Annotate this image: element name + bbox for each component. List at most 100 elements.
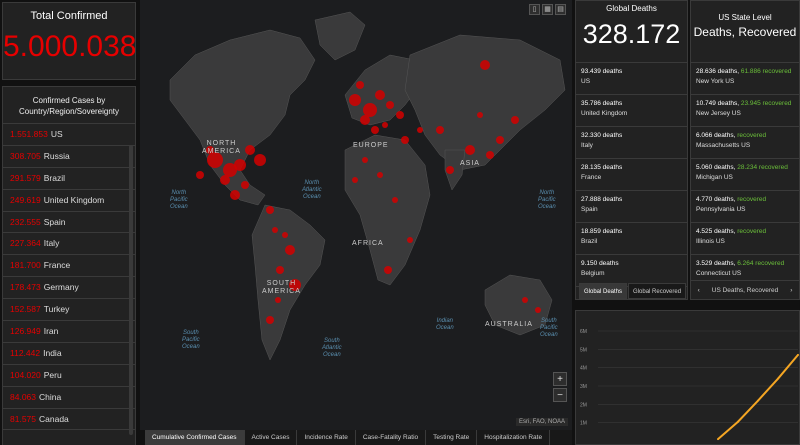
country-list-item[interactable]: 1.551.853 US bbox=[3, 124, 135, 146]
case-bubble[interactable] bbox=[407, 237, 413, 243]
country-list-item[interactable]: 126.949 Iran bbox=[3, 321, 135, 343]
case-bubble[interactable] bbox=[363, 103, 377, 117]
tab-cumulative-confirmed[interactable]: Cumulative Confirmed Cases bbox=[145, 430, 245, 445]
case-bubble[interactable] bbox=[266, 206, 274, 214]
case-bubble[interactable] bbox=[377, 172, 383, 178]
bookmark-icon[interactable]: ▯ bbox=[529, 4, 540, 15]
case-bubble[interactable] bbox=[465, 145, 475, 155]
case-bubble[interactable] bbox=[446, 166, 454, 174]
case-bubble[interactable] bbox=[392, 197, 398, 203]
case-bubble[interactable] bbox=[230, 190, 240, 200]
global-deaths-item[interactable]: 32.330 deaths Italy bbox=[576, 127, 687, 159]
case-bubble[interactable] bbox=[272, 227, 278, 233]
country-list-item[interactable]: 291.579 Brazil bbox=[3, 168, 135, 190]
zoom-in-button[interactable]: + bbox=[553, 372, 567, 386]
case-bubble[interactable] bbox=[477, 112, 483, 118]
country-list-item[interactable] bbox=[3, 430, 135, 445]
state-recovered-count: 61.886 recovered bbox=[740, 68, 792, 75]
case-bubble[interactable] bbox=[396, 111, 404, 119]
case-bubble[interactable] bbox=[436, 126, 444, 134]
tab-global-recovered[interactable]: Global Recovered bbox=[628, 283, 687, 299]
country-list-item[interactable]: 104.020 Peru bbox=[3, 365, 135, 387]
global-deaths-item[interactable]: 27.888 deaths Spain bbox=[576, 191, 687, 223]
case-bubble[interactable] bbox=[522, 297, 528, 303]
global-deaths-item[interactable]: 93.439 deaths US bbox=[576, 63, 687, 95]
country-name: Spain bbox=[43, 216, 66, 227]
tab-case-fatality-ratio[interactable]: Case-Fatality Ratio bbox=[356, 430, 427, 445]
case-bubble[interactable] bbox=[349, 94, 361, 106]
chart-data-point[interactable] bbox=[797, 353, 799, 356]
case-bubble[interactable] bbox=[245, 145, 255, 155]
case-bubble[interactable] bbox=[282, 232, 288, 238]
death-count: 32.330 deaths bbox=[581, 132, 623, 139]
case-bubble[interactable] bbox=[384, 266, 392, 274]
global-deaths-list[interactable]: 93.439 deaths US 35.786 deaths United Kingd… bbox=[576, 63, 687, 287]
world-map-canvas[interactable] bbox=[140, 0, 572, 430]
country-list-item[interactable]: 178.473 Germany bbox=[3, 277, 135, 300]
global-deaths-item[interactable]: 35.786 deaths United Kingdom bbox=[576, 95, 687, 127]
us-state-item[interactable]: 10.749 deaths, 23.945 recovered New Jerse… bbox=[691, 95, 799, 127]
us-state-item[interactable]: 6.066 deaths, recovered Massachusetts US bbox=[691, 127, 799, 159]
country-list-item[interactable]: 227.364 Italy bbox=[3, 233, 135, 256]
country-list-item[interactable]: 308.705 Russia bbox=[3, 146, 135, 168]
country-list-scrollbar[interactable] bbox=[129, 145, 133, 435]
basemap-gallery-icon[interactable]: ▦ bbox=[542, 4, 553, 15]
case-bubble[interactable] bbox=[386, 101, 394, 109]
zoom-out-button[interactable]: − bbox=[553, 388, 567, 402]
tab-us-deaths-recovered[interactable]: US Deaths, Recovered bbox=[712, 287, 778, 294]
case-bubble[interactable] bbox=[254, 154, 266, 166]
us-state-item[interactable]: 5.060 deaths, 28.234 recovered Michigan U… bbox=[691, 159, 799, 191]
legend-list-icon[interactable]: ▤ bbox=[555, 4, 566, 15]
case-bubble[interactable] bbox=[220, 175, 230, 185]
chart-data-point[interactable] bbox=[777, 377, 779, 380]
case-bubble[interactable] bbox=[496, 136, 504, 144]
tab-next-icon[interactable]: › bbox=[790, 287, 792, 294]
chart-data-point[interactable] bbox=[737, 420, 739, 423]
case-bubble[interactable] bbox=[234, 159, 246, 171]
chart-data-point[interactable] bbox=[717, 438, 719, 441]
case-bubble[interactable] bbox=[480, 60, 490, 70]
case-bubble[interactable] bbox=[382, 122, 388, 128]
tab-incidence-rate[interactable]: Incidence Rate bbox=[297, 430, 356, 445]
tab-prev-icon[interactable]: ‹ bbox=[698, 287, 700, 294]
case-bubble[interactable] bbox=[356, 81, 364, 89]
case-bubble[interactable] bbox=[276, 266, 284, 274]
country-list-item[interactable]: 84.063 China bbox=[3, 387, 135, 409]
country-list-item[interactable]: 81.575 Canada bbox=[3, 409, 135, 431]
case-bubble[interactable] bbox=[196, 171, 204, 179]
case-bubble[interactable] bbox=[285, 245, 295, 255]
global-deaths-item[interactable]: 28.135 deaths France bbox=[576, 159, 687, 191]
case-bubble[interactable] bbox=[375, 90, 385, 100]
us-state-item[interactable]: 4.525 deaths, recovered Illinois US bbox=[691, 223, 799, 255]
death-count: 27.888 deaths bbox=[581, 196, 623, 203]
case-bubble[interactable] bbox=[241, 181, 249, 189]
case-bubble[interactable] bbox=[535, 307, 541, 313]
tab-global-deaths[interactable]: Global Deaths bbox=[579, 283, 628, 299]
country-list-item[interactable]: 112.442 India bbox=[3, 343, 135, 365]
country-list-item[interactable]: 249.619 United Kingdom bbox=[3, 190, 135, 212]
tab-testing-rate[interactable]: Testing Rate bbox=[426, 430, 478, 445]
case-bubble[interactable] bbox=[511, 116, 519, 124]
tab-active-cases[interactable]: Active Cases bbox=[245, 430, 298, 445]
country-case-count: 232.555 bbox=[10, 216, 41, 227]
case-bubble[interactable] bbox=[362, 157, 368, 163]
case-bubble[interactable] bbox=[275, 297, 281, 303]
country-list-item[interactable]: 232.555 Spain bbox=[3, 212, 135, 234]
chart-data-point[interactable] bbox=[757, 399, 759, 402]
global-deaths-item[interactable]: 18.859 deaths Brazil bbox=[576, 223, 687, 255]
tab-hospitalization-rate[interactable]: Hospitalization Rate bbox=[477, 430, 551, 445]
case-bubble[interactable] bbox=[401, 136, 409, 144]
case-bubble[interactable] bbox=[360, 115, 370, 125]
country-list-item[interactable]: 152.587 Turkey bbox=[3, 299, 135, 322]
world-map[interactable]: NORTH AMERICA EUROPE ASIA AFRICA SOUTH A… bbox=[140, 0, 572, 430]
case-bubble[interactable] bbox=[266, 316, 274, 324]
us-state-item[interactable]: 4.770 deaths, recovered Pennsylvania US bbox=[691, 191, 799, 223]
case-bubble[interactable] bbox=[352, 177, 358, 183]
country-list[interactable]: 1.551.853 US 308.705 Russia 291.579 Brazil 249… bbox=[3, 124, 135, 445]
country-list-item[interactable]: 181.700 France bbox=[3, 255, 135, 278]
case-bubble[interactable] bbox=[486, 151, 494, 159]
case-bubble[interactable] bbox=[371, 126, 379, 134]
us-state-list[interactable]: 28.636 deaths, 61.886 recovered New York … bbox=[691, 63, 799, 287]
us-state-item[interactable]: 28.636 deaths, 61.886 recovered New York … bbox=[691, 63, 799, 95]
case-bubble[interactable] bbox=[417, 127, 423, 133]
